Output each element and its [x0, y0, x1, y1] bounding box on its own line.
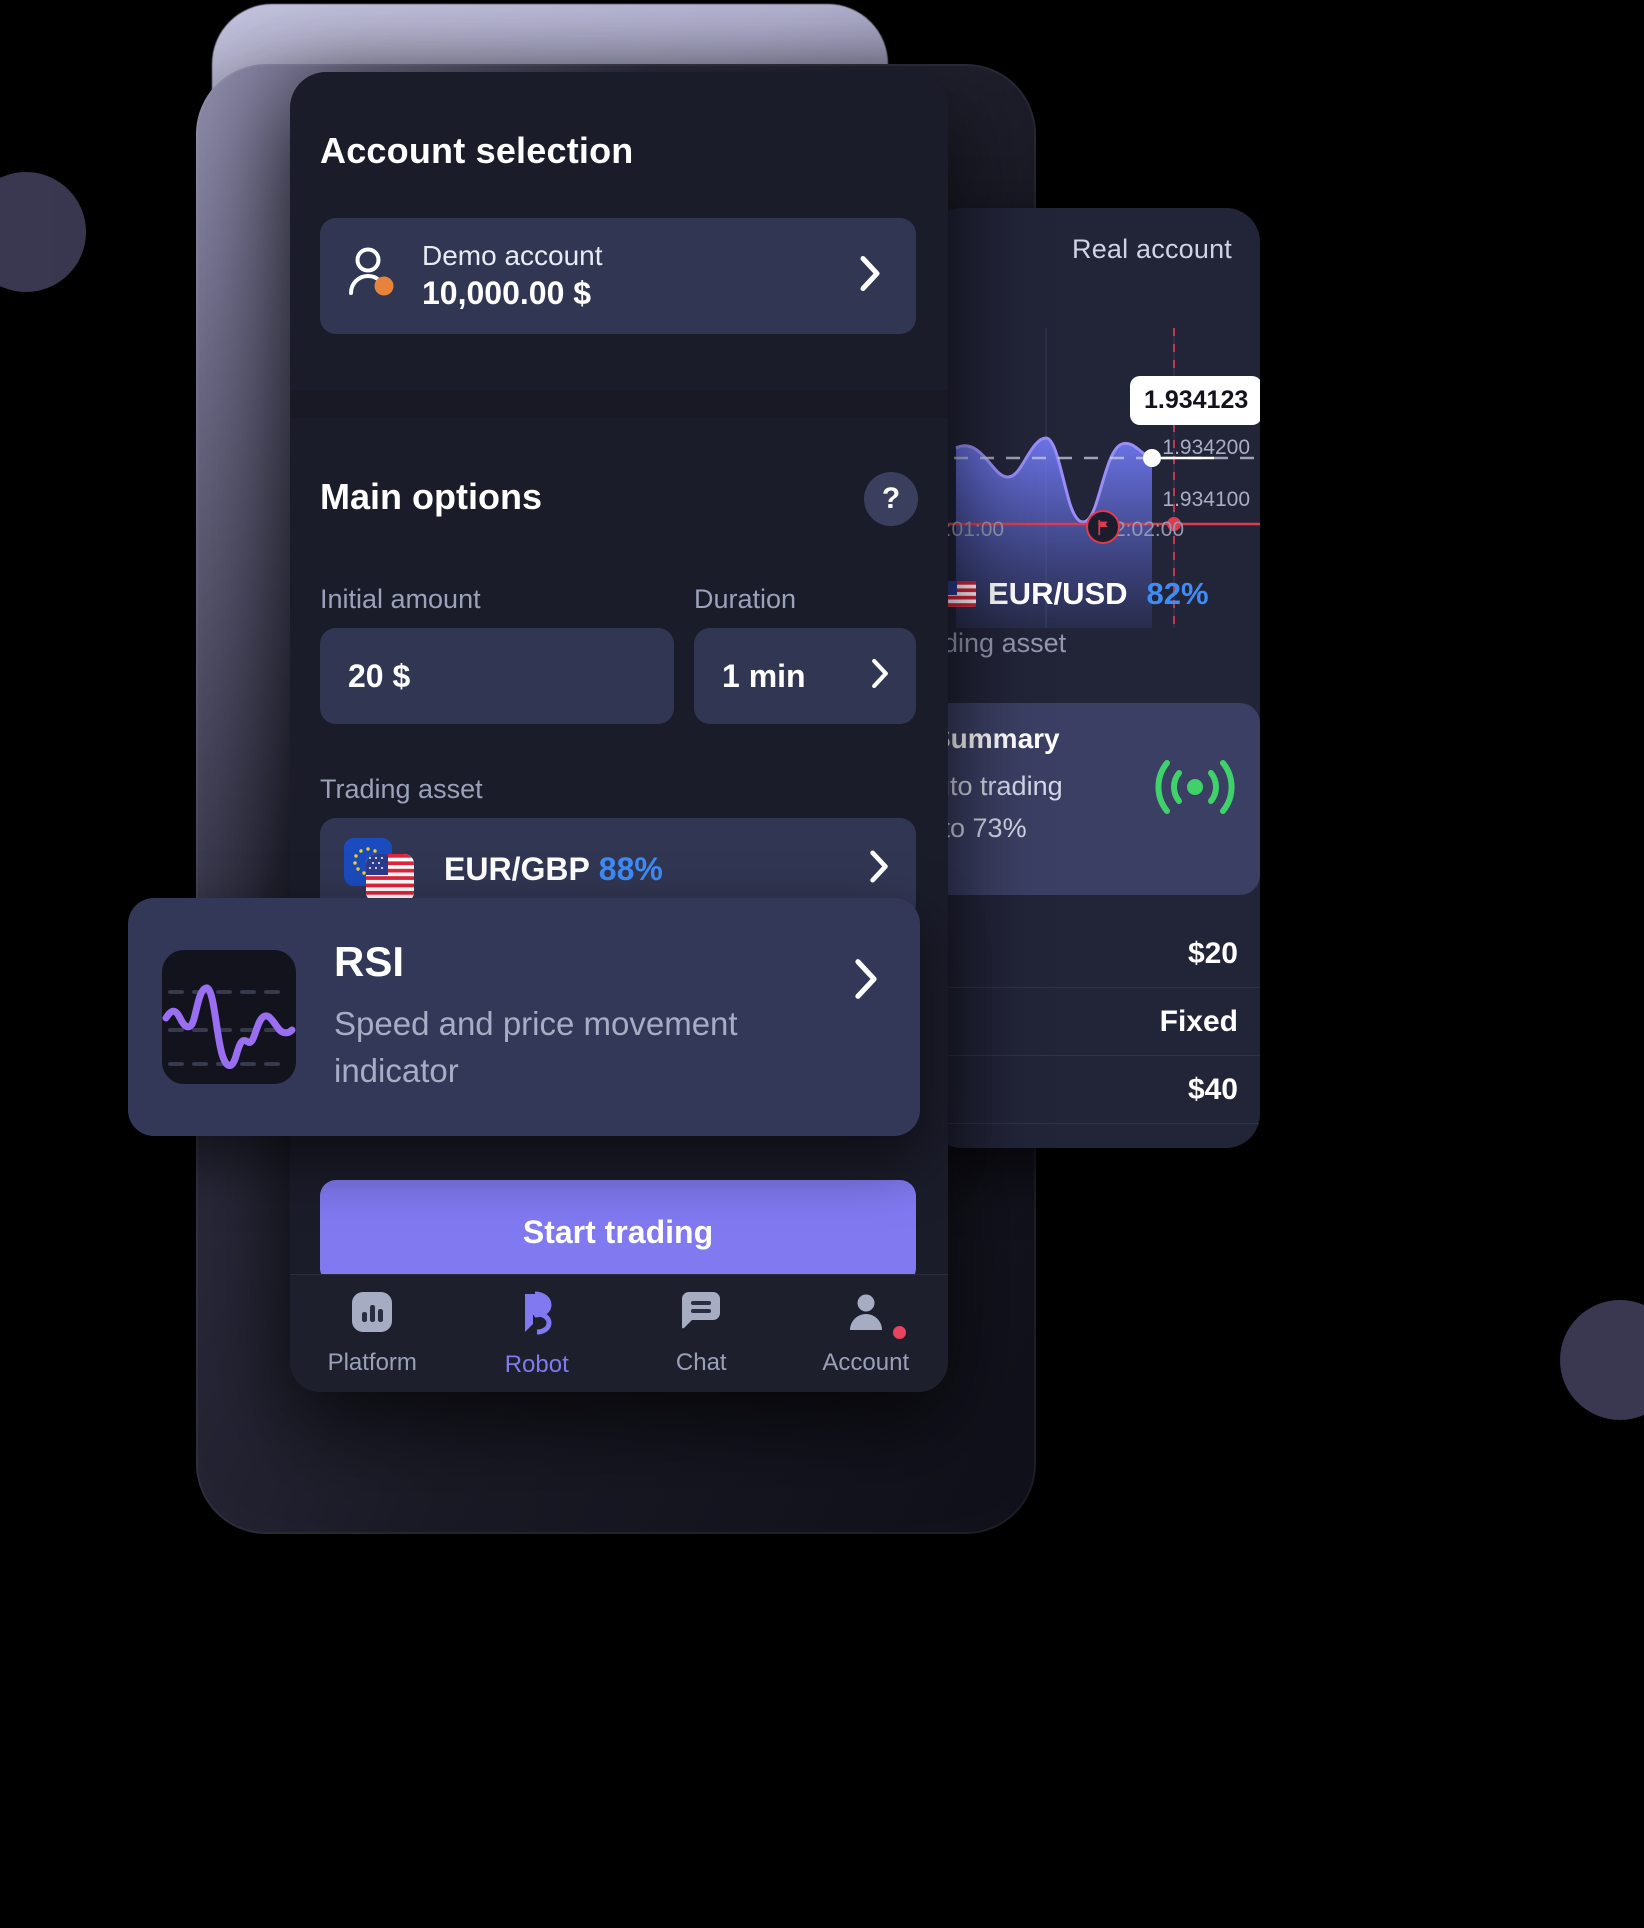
right-summary-card: Summary auto trading o to 73% — [928, 703, 1260, 895]
tab-label: Chat — [675, 1349, 727, 1376]
tab-label: Account — [822, 1349, 910, 1376]
account-selector-card[interactable]: Demo account 10,000.00 $ — [320, 218, 916, 334]
duration-label: Duration — [694, 584, 797, 614]
person-icon — [844, 1290, 888, 1339]
decorative-circle-left — [0, 172, 86, 292]
table-row: Fixed — [928, 988, 1260, 1056]
rsi-text-block: RSI Speed and price movement indicator — [334, 938, 764, 1095]
tab-robot[interactable]: Robot — [455, 1288, 620, 1379]
tab-platform[interactable]: Platform — [290, 1290, 455, 1377]
currency-pair-flags — [344, 838, 422, 902]
table-row: $20 — [928, 920, 1260, 988]
expiry-flag-icon — [1086, 510, 1120, 544]
tab-account[interactable]: Account — [784, 1290, 949, 1377]
trading-asset-name: EUR/GBP — [444, 850, 590, 887]
trading-asset-label: Trading asset — [320, 774, 483, 804]
rsi-title: RSI — [334, 938, 405, 986]
chevron-right-icon — [870, 657, 890, 696]
bar-chart-icon — [350, 1290, 394, 1339]
start-trading-button[interactable]: Start trading — [320, 1180, 916, 1284]
summary-line-1: auto trading — [928, 771, 1063, 801]
notification-badge — [893, 1326, 906, 1339]
right-asset-name: EUR/USD — [988, 576, 1128, 611]
right-phone-screen: Real account 1.934123 1.934200 1.934100 … — [928, 208, 1260, 1148]
account-balance: 10,000.00 $ — [422, 274, 592, 311]
chevron-right-icon — [858, 254, 882, 299]
initial-amount-input[interactable]: 20 $ — [320, 628, 674, 724]
chat-bubble-icon — [678, 1290, 724, 1339]
account-type-label: Demo account — [422, 239, 603, 271]
right-account-type-label: Real account — [1072, 234, 1232, 264]
time-label-end: 2:02:00 — [1114, 518, 1185, 541]
current-price-tag: 1.934123 — [1130, 376, 1260, 425]
initial-amount-label: Initial amount — [320, 584, 481, 614]
price-axis-label-upper: 1.934200 — [1162, 436, 1250, 459]
account-text: Demo account 10,000.00 $ — [422, 238, 603, 315]
decorative-circle-right — [1560, 1300, 1644, 1420]
user-avatar-icon — [346, 246, 400, 307]
summary-title: Summary — [932, 723, 1060, 754]
help-button[interactable]: ? — [864, 472, 918, 526]
front-phone-screen: Account selection Demo account 10,000.00… — [290, 72, 948, 1392]
section-divider — [290, 390, 948, 418]
right-detail-rows: $20 Fixed $40 — [928, 920, 1260, 1124]
tab-label: Platform — [327, 1349, 417, 1376]
chevron-right-icon — [868, 848, 890, 891]
price-axis-label-lower: 1.934100 — [1162, 488, 1250, 511]
right-asset-row[interactable]: EUR/USD 82% — [942, 576, 1209, 612]
rsi-indicator-card[interactable]: RSI Speed and price movement indicator — [128, 898, 920, 1136]
tab-chat[interactable]: Chat — [619, 1290, 784, 1377]
right-asset-payout: 82% — [1146, 576, 1209, 611]
robot-b-logo-icon — [515, 1288, 559, 1341]
signal-broadcast-icon — [1152, 751, 1238, 828]
right-asset-caption: ading asset — [928, 628, 1067, 658]
bottom-navigation: Platform Robot Chat Account — [290, 1274, 948, 1392]
duration-selector[interactable]: 1 min — [694, 628, 916, 724]
trading-asset-payout: 88% — [598, 850, 663, 887]
scene-root: Real account 1.934123 1.934200 1.934100 … — [0, 0, 1644, 1928]
initial-amount-value: 20 $ — [348, 657, 411, 694]
table-row: $40 — [928, 1056, 1260, 1124]
rsi-description: Speed and price movement indicator — [334, 1005, 738, 1090]
us-flag-icon — [366, 854, 414, 902]
rsi-wave-icon — [162, 950, 296, 1084]
page-title: Account selection — [320, 130, 634, 171]
main-options-title: Main options — [320, 476, 542, 517]
tab-label: Robot — [504, 1351, 569, 1378]
chevron-right-icon — [852, 956, 880, 1007]
duration-value: 1 min — [722, 657, 806, 694]
